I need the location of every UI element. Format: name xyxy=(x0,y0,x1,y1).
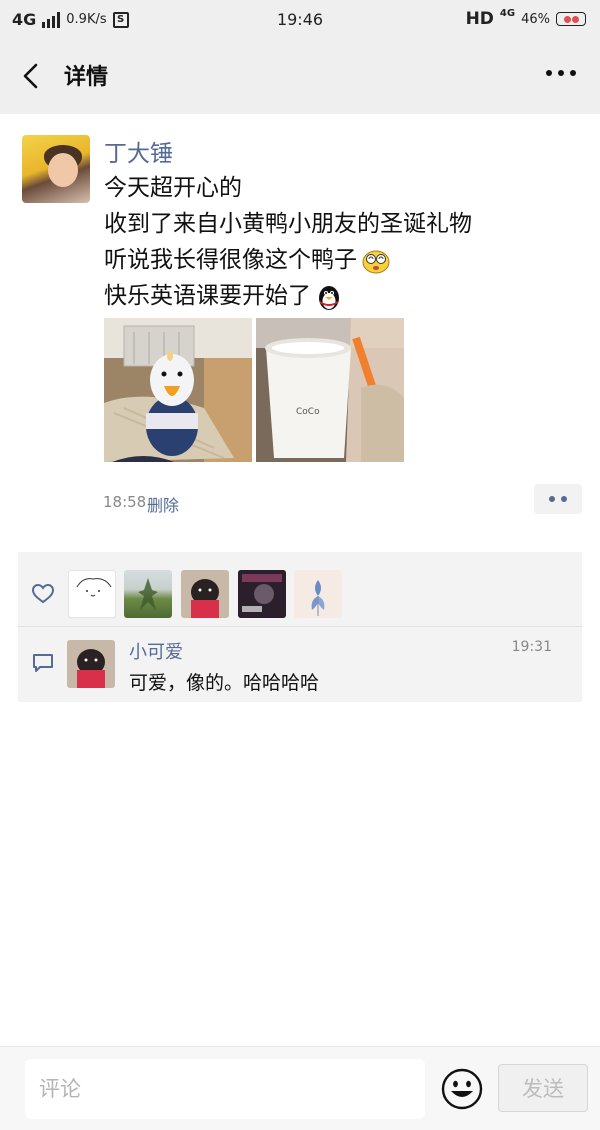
comment-input-bar: 发送 xyxy=(0,1046,600,1130)
more-button[interactable] xyxy=(546,70,576,76)
likes-row xyxy=(18,552,582,626)
commenter-avatar[interactable] xyxy=(67,640,115,688)
liker-avatar-4[interactable] xyxy=(238,570,286,618)
liker-avatar-5[interactable] xyxy=(294,570,342,618)
post-line-3: 听说我长得很像这个鸭子 xyxy=(104,242,472,278)
comment-input[interactable] xyxy=(25,1059,425,1119)
more-icon xyxy=(546,70,552,76)
post-time: 18:58 xyxy=(103,493,147,511)
liker-avatar-1[interactable] xyxy=(68,570,116,618)
post-line-4: 快乐英语课要开始了 xyxy=(104,278,472,314)
comment-time: 19:31 xyxy=(511,639,552,655)
status-right: HD 4G 46% xyxy=(465,7,586,29)
dizzy-emoji-icon xyxy=(362,250,390,273)
post-line-1: 今天超开心的 xyxy=(104,175,242,201)
network-small: 4G xyxy=(499,7,516,19)
hd-indicator: HD xyxy=(465,9,494,29)
comment-item[interactable]: 小可爱 19:31 可爱，像的。哈哈哈哈 xyxy=(18,627,582,702)
header-bar: 详情 xyxy=(0,40,600,114)
penguin-emoji-icon xyxy=(319,285,339,310)
comment-text: 可爱，像的。哈哈哈哈 xyxy=(129,672,320,694)
send-button[interactable]: 发送 xyxy=(498,1064,588,1112)
like-comment-button[interactable] xyxy=(534,484,582,514)
more-dots-icon xyxy=(549,496,555,502)
chevron-left-icon xyxy=(23,63,38,89)
back-button[interactable] xyxy=(16,60,48,92)
cup-photo-image: CoCo xyxy=(256,318,404,462)
duck-photo-image xyxy=(104,318,252,462)
author-avatar[interactable] xyxy=(22,135,90,203)
svg-text:CoCo: CoCo xyxy=(296,407,320,417)
comment-icon xyxy=(33,654,53,672)
battery-icon xyxy=(556,12,586,26)
smiley-icon[interactable] xyxy=(440,1067,484,1111)
delete-button[interactable]: 删除 xyxy=(147,492,179,516)
liker-avatar-3[interactable] xyxy=(181,570,229,618)
post-text: 今天超开心的 收到了来自小黄鸭小朋友的圣诞礼物 听说我长得很像这个鸭子 快乐英语… xyxy=(104,170,472,314)
page-title: 详情 xyxy=(64,65,109,90)
status-bar: 4G 0.9K/s S 19:46 HD 4G 46% xyxy=(0,0,600,40)
liker-avatar-2[interactable] xyxy=(124,570,172,618)
post-photo-cup[interactable]: CoCo xyxy=(256,318,404,462)
post-photo-duck[interactable] xyxy=(104,318,252,462)
author-name[interactable]: 丁大锤 xyxy=(104,134,173,168)
heart-icon xyxy=(32,584,54,604)
interaction-panel: 小可爱 19:31 可爱，像的。哈哈哈哈 xyxy=(18,552,582,702)
post-line-2: 收到了来自小黄鸭小朋友的圣诞礼物 xyxy=(104,211,472,237)
battery-percent: 46% xyxy=(521,11,550,27)
commenter-name[interactable]: 小可爱 xyxy=(129,638,183,664)
